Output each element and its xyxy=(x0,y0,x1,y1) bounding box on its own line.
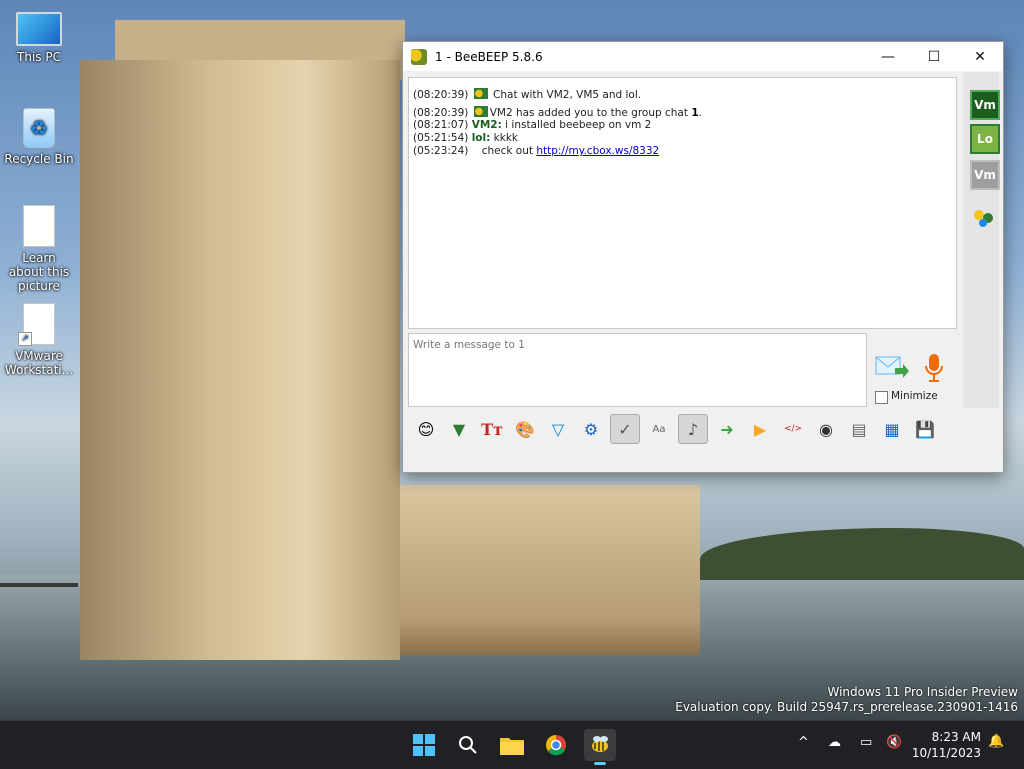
save-icon[interactable]: ▦ xyxy=(878,415,906,443)
note-icon[interactable]: ♪ xyxy=(678,414,708,444)
chevron-up-icon[interactable]: ^ xyxy=(798,735,809,750)
wallpaper-pier xyxy=(0,583,78,627)
group-members-icon[interactable] xyxy=(971,206,997,230)
desktop-icon-label: VMware Workstati... xyxy=(4,349,74,377)
message-time: (05:23:24) xyxy=(413,145,469,157)
taskbar: ^ ☁ ▭ 🔇 8:23 AM 10/11/2023 🔔 xyxy=(0,720,1024,769)
beebeep-app-icon xyxy=(411,48,427,65)
color-palette-icon[interactable]: 🎨 xyxy=(511,415,539,443)
user-list-panel: Vm Lo Vm xyxy=(963,72,1000,408)
taskbar-clock[interactable]: 8:23 AM 10/11/2023 xyxy=(912,729,981,761)
message-time: (08:20:39) xyxy=(413,107,469,119)
group-icon xyxy=(473,106,488,117)
file-explorer-icon[interactable] xyxy=(496,729,528,761)
desktop-icon-label: Learn about this picture xyxy=(8,251,70,293)
filter-icon[interactable]: ▽ xyxy=(544,415,572,443)
send-folder-icon[interactable]: ▶ xyxy=(746,415,774,443)
message-link[interactable]: http://my.cbox.ws/8332 xyxy=(536,145,659,157)
chat-message: (08:20:39) VM2 has added you to the grou… xyxy=(413,106,702,119)
message-bold: 1 xyxy=(691,107,699,119)
start-icon[interactable] xyxy=(408,729,440,761)
beebeep-window[interactable]: 1 - BeeBEEP 5.8.6 — ☐ ✕ (08:20:39) Chat … xyxy=(402,41,1004,473)
settings-gear-icon[interactable]: ⚙ xyxy=(577,415,605,443)
desktop-icon-label: Recycle Bin xyxy=(4,152,74,166)
message-input[interactable]: Write a message to 1 xyxy=(408,333,867,407)
message-text: check out xyxy=(481,145,537,157)
chat-message: (08:20:39) Chat with VM2, VM5 and lol. xyxy=(413,88,641,101)
minimize-checkbox[interactable] xyxy=(875,391,888,404)
chat-toolbar: 😊 ▼ Tт 🎨 ▽ ⚙ ✓ Aa ♪ ➜ ▶ </> ◉ ▤ ▦ 💾 xyxy=(407,409,1000,449)
search-icon[interactable] xyxy=(452,729,484,761)
microphone-icon[interactable] xyxy=(923,352,945,384)
network-icon[interactable]: ▭ xyxy=(860,735,872,750)
beebeep-icon[interactable] xyxy=(584,729,616,765)
close-button[interactable]: ✕ xyxy=(957,42,1003,71)
clock-time: 8:23 AM xyxy=(931,730,981,744)
chat-message: (08:21:07) VM2: i installed beebeep on v… xyxy=(413,119,651,131)
minimize-label: Minimize xyxy=(891,390,938,402)
shortcut-file-icon: ↗ xyxy=(18,303,55,346)
message-sender: VM2: xyxy=(471,119,502,131)
message-time: (08:20:39) xyxy=(413,89,469,101)
chrome-icon[interactable] xyxy=(540,729,572,761)
spell-check-icon[interactable]: ✓ xyxy=(610,414,640,444)
this-pc-icon xyxy=(16,12,62,46)
chat-message: (05:21:54) lol: kkkk xyxy=(413,132,518,144)
windows-watermark: Windows 11 Pro Insider Preview Evaluatio… xyxy=(675,685,1018,715)
maximize-button[interactable]: ☐ xyxy=(911,42,957,71)
title-bar[interactable]: 1 - BeeBEEP 5.8.6 — ☐ ✕ xyxy=(403,42,1003,71)
document-icon xyxy=(23,205,55,247)
chat-history[interactable]: (08:20:39) Chat with VM2, VM5 and lol. (… xyxy=(408,77,957,329)
export-icon[interactable]: 💾 xyxy=(911,415,939,443)
highlight-icon[interactable]: ▼ xyxy=(445,415,473,443)
wallpaper-tower xyxy=(80,60,400,660)
desktop-icon-recycle-bin[interactable]: ♻ Recycle Bin xyxy=(4,108,74,166)
font-icon[interactable]: Tт xyxy=(478,415,506,443)
emoticon-icon[interactable]: 😊 xyxy=(412,415,440,443)
message-text: Chat with VM2, VM5 and lol. xyxy=(493,89,642,101)
message-text: VM2 has added you to the group chat xyxy=(489,107,692,119)
message-time: (05:21:54) xyxy=(413,132,469,144)
group-icon xyxy=(473,88,488,99)
shortcut-arrow-icon: ↗ xyxy=(18,332,32,346)
volume-muted-icon[interactable]: 🔇 xyxy=(886,735,902,750)
window-title: 1 - BeeBEEP 5.8.6 xyxy=(435,49,543,64)
send-icon[interactable] xyxy=(875,354,909,380)
desktop-icon-this-pc[interactable]: This PC xyxy=(4,12,74,64)
send-file-icon[interactable]: ➜ xyxy=(713,415,741,443)
wallpaper-wall xyxy=(370,485,700,655)
html-icon[interactable]: </> xyxy=(779,415,807,443)
clock-date: 10/11/2023 xyxy=(911,746,981,760)
message-text: i installed beebeep on vm 2 xyxy=(505,119,652,131)
onedrive-icon[interactable]: ☁ xyxy=(828,735,841,750)
watermark-line-1: Windows 11 Pro Insider Preview xyxy=(827,685,1018,699)
desktop-icon-vmware[interactable]: ↗ VMware Workstati... xyxy=(4,303,74,377)
watermark-line-2: Evaluation copy. Build 25947.rs_prerelea… xyxy=(675,700,1018,714)
recycle-bin-icon: ♻ xyxy=(23,108,55,148)
message-text: kkkk xyxy=(493,132,518,144)
wallpaper-hill xyxy=(700,528,1024,580)
screenshot-icon[interactable]: ◉ xyxy=(812,415,840,443)
message-text: . xyxy=(698,107,702,119)
message-time: (08:21:07) xyxy=(413,119,469,131)
desktop-icon-learn-picture[interactable]: Learn about this picture xyxy=(4,205,74,293)
text-format-icon[interactable]: Aa xyxy=(645,415,673,443)
user-vm2[interactable]: Vm xyxy=(970,90,1000,120)
minimize-button[interactable]: — xyxy=(865,42,911,71)
clear-icon[interactable]: ▤ xyxy=(845,415,873,443)
notification-bell-icon[interactable]: 🔔 xyxy=(988,734,1004,749)
status-bar xyxy=(403,454,1003,472)
message-sender: lol: xyxy=(471,132,491,144)
chat-message: (05:23:24) check out http://my.cbox.ws/8… xyxy=(413,145,659,157)
user-lol[interactable]: Lo xyxy=(970,124,1000,154)
message-placeholder: Write a message to 1 xyxy=(413,339,525,351)
user-vm5[interactable]: Vm xyxy=(970,160,1000,190)
desktop-icon-label: This PC xyxy=(17,50,61,64)
